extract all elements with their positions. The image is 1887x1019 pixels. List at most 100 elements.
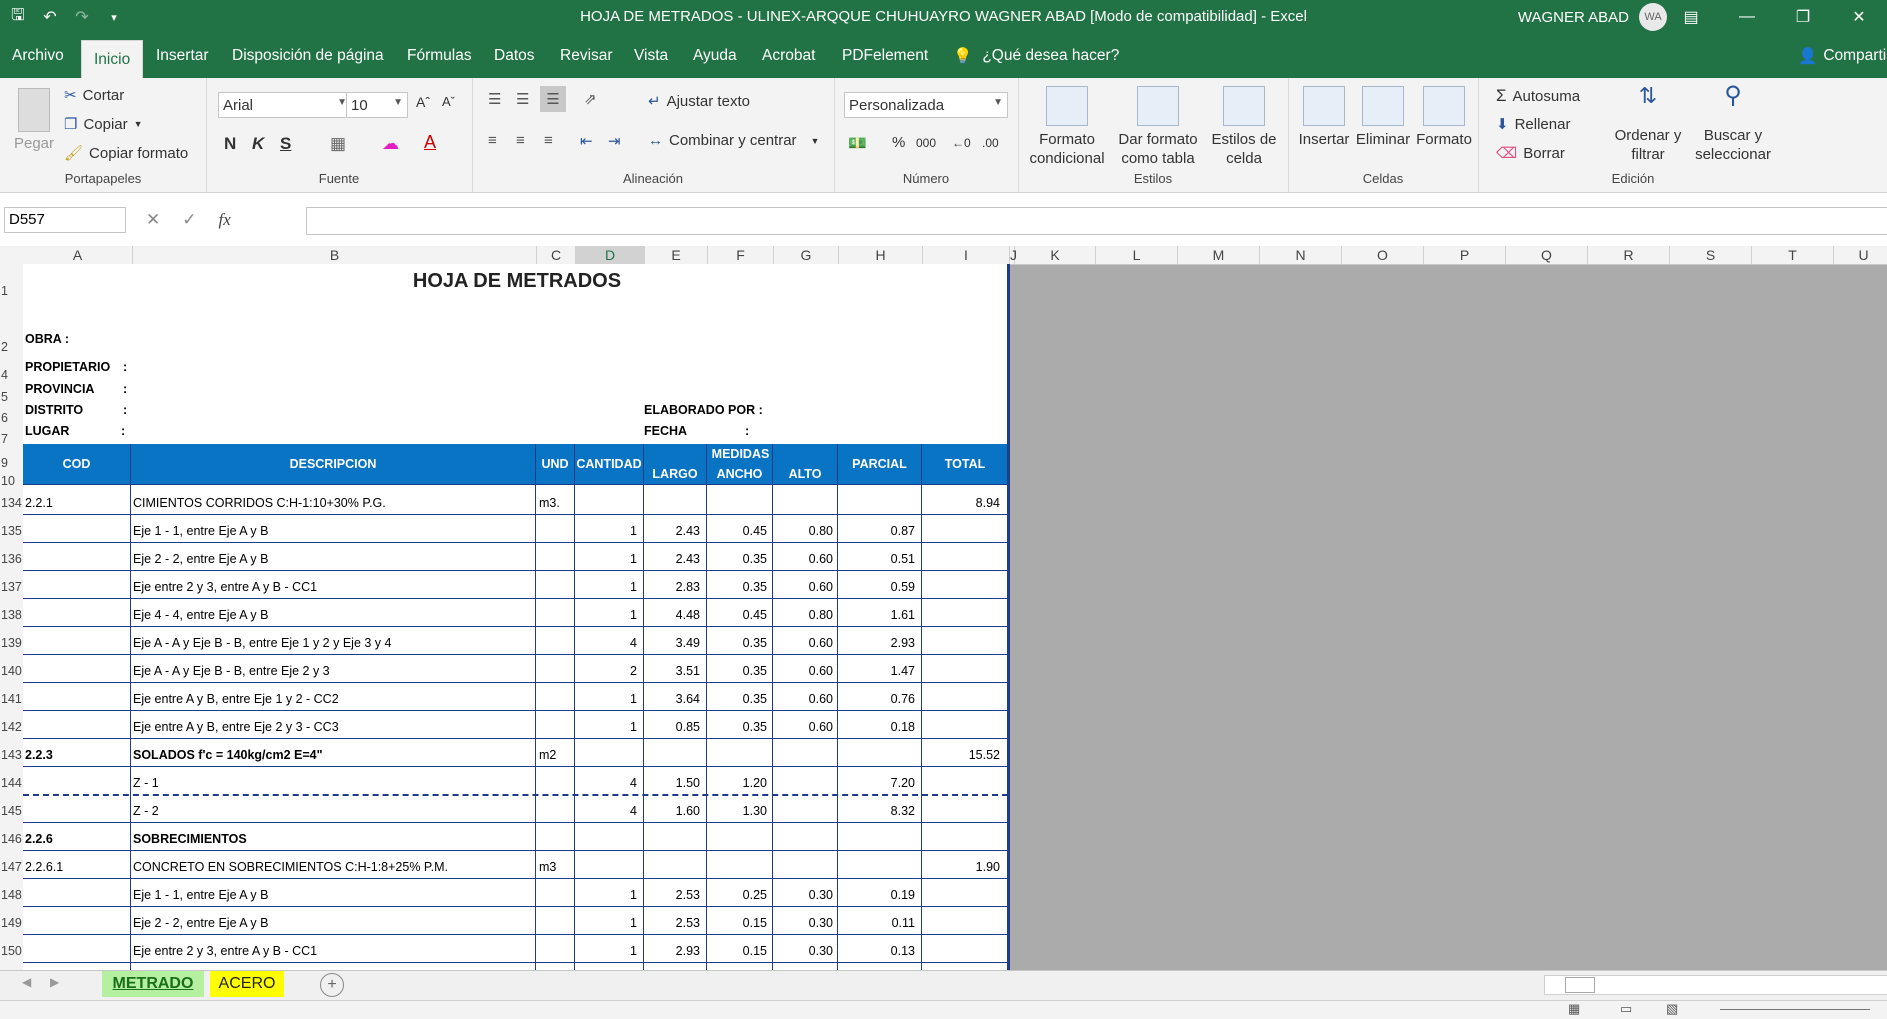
close-icon[interactable]: ✕ bbox=[1831, 0, 1887, 34]
row-header[interactable]: 142 bbox=[0, 720, 23, 734]
font-color-icon[interactable]: A bbox=[424, 132, 436, 153]
cell-cant[interactable]: 1 bbox=[575, 888, 637, 902]
tab-vista[interactable]: Vista bbox=[634, 34, 668, 78]
column-header[interactable]: B bbox=[133, 246, 537, 264]
column-header[interactable]: P bbox=[1424, 246, 1506, 264]
cell-ancho[interactable]: 0.35 bbox=[707, 580, 767, 594]
fill-color-icon[interactable]: ☁ bbox=[382, 134, 399, 154]
decrease-decimal-icon[interactable]: .00 bbox=[982, 136, 999, 150]
cell-largo[interactable]: 2.93 bbox=[644, 944, 700, 958]
align-right-icon[interactable]: ≡ bbox=[544, 132, 553, 149]
format-as-table-button[interactable]: Dar formato como tabla bbox=[1114, 86, 1202, 168]
row-header[interactable]: 7 bbox=[0, 432, 23, 446]
tab-pdfelement[interactable]: PDFelement bbox=[842, 34, 928, 78]
cell-largo[interactable]: 2.43 bbox=[644, 552, 700, 566]
cell-ancho[interactable]: 1.30 bbox=[707, 804, 767, 818]
increase-decimal-icon[interactable]: ←0 bbox=[952, 136, 971, 150]
currency-icon[interactable]: 💵 bbox=[848, 134, 867, 152]
cell-cant[interactable]: 1 bbox=[575, 944, 637, 958]
column-header[interactable]: G bbox=[774, 246, 839, 264]
column-header[interactable]: A bbox=[23, 246, 133, 264]
tab-formulas[interactable]: Fórmulas bbox=[407, 34, 472, 78]
share-button[interactable]: 👤 Compartir bbox=[1798, 34, 1887, 78]
cell-cant[interactable]: 4 bbox=[575, 804, 637, 818]
cell-desc[interactable]: Eje A - A y Eje B - B, entre Eje 1 y 2 y… bbox=[133, 636, 533, 650]
tab-inicio[interactable]: Inicio bbox=[81, 40, 144, 79]
tab-datos[interactable]: Datos bbox=[494, 34, 535, 78]
column-header[interactable]: K bbox=[1015, 246, 1096, 264]
cell-alto[interactable]: 0.60 bbox=[773, 720, 833, 734]
horizontal-scrollbar[interactable] bbox=[1544, 975, 1887, 995]
cell-cant[interactable]: 4 bbox=[575, 636, 637, 650]
cell-desc[interactable]: Eje A - A y Eje B - B, entre Eje 2 y 3 bbox=[133, 664, 533, 678]
cell-styles-button[interactable]: Estilos de celda bbox=[1206, 86, 1282, 168]
cell-alto[interactable]: 0.80 bbox=[773, 524, 833, 538]
merge-center-button[interactable]: ↔ Combinar y centrar ▼ bbox=[648, 132, 819, 149]
cell-desc[interactable]: CIMIENTOS CORRIDOS C:H-1:10+30% P.G. bbox=[133, 496, 533, 510]
minimize-icon[interactable]: — bbox=[1719, 0, 1775, 34]
align-center-icon[interactable]: ≡ bbox=[516, 132, 525, 149]
cell-cant[interactable]: 1 bbox=[575, 552, 637, 566]
cell-alto[interactable]: 0.60 bbox=[773, 692, 833, 706]
cell-alto[interactable]: 0.60 bbox=[773, 580, 833, 594]
cell-ancho[interactable]: 0.35 bbox=[707, 552, 767, 566]
cut-button[interactable]: ✂ Cortar bbox=[64, 86, 124, 105]
cell-cant[interactable]: 1 bbox=[575, 580, 637, 594]
cell-largo[interactable]: 0.85 bbox=[644, 720, 700, 734]
paste-button[interactable]: Pegar bbox=[10, 88, 58, 153]
align-left-icon[interactable]: ≡ bbox=[488, 132, 497, 149]
format-cells-button[interactable]: Formato bbox=[1414, 86, 1474, 149]
cell-parcial[interactable]: 0.87 bbox=[838, 524, 915, 538]
cell-desc[interactable]: Eje entre A y B, entre Eje 2 y 3 - CC3 bbox=[133, 720, 533, 734]
autosum-button[interactable]: Σ Autosuma bbox=[1496, 86, 1580, 106]
bold-button[interactable]: N bbox=[224, 134, 236, 154]
cell-parcial[interactable]: 2.93 bbox=[838, 636, 915, 650]
column-header[interactable]: H bbox=[839, 246, 923, 264]
cell-ancho[interactable]: 0.35 bbox=[707, 664, 767, 678]
cell-ancho[interactable]: 0.35 bbox=[707, 636, 767, 650]
cell-desc[interactable]: CONCRETO EN SOBRECIMIENTOS C:H-1:8+25% P… bbox=[133, 860, 533, 874]
row-header[interactable]: 136 bbox=[0, 552, 23, 566]
fill-button[interactable]: ⬇ Rellenar bbox=[1496, 115, 1570, 134]
row-header[interactable]: 2 bbox=[0, 340, 23, 354]
restore-icon[interactable]: ❐ bbox=[1775, 0, 1831, 34]
row-header[interactable]: 143 bbox=[0, 748, 23, 762]
cell-largo[interactable]: 3.64 bbox=[644, 692, 700, 706]
cell-desc[interactable]: Eje 2 - 2, entre Eje A y B bbox=[133, 916, 533, 930]
cell-parcial[interactable]: 0.19 bbox=[838, 888, 915, 902]
user-account[interactable]: WAGNER ABAD WA bbox=[1518, 0, 1667, 34]
cell-cant[interactable]: 1 bbox=[575, 720, 637, 734]
format-painter-button[interactable]: 🖌 Copiar formato bbox=[64, 144, 188, 163]
cell-largo[interactable]: 2.83 bbox=[644, 580, 700, 594]
cell-parcial[interactable]: 0.59 bbox=[838, 580, 915, 594]
cell-largo[interactable]: 2.53 bbox=[644, 888, 700, 902]
row-header[interactable]: 4 bbox=[0, 368, 23, 382]
tab-disposicion[interactable]: Disposición de página bbox=[232, 34, 384, 78]
cell-parcial[interactable]: 0.13 bbox=[838, 944, 915, 958]
cell-und[interactable]: m3. bbox=[539, 496, 573, 510]
insert-cells-button[interactable]: Insertar bbox=[1296, 86, 1352, 149]
align-middle-icon[interactable]: ☰ bbox=[516, 90, 529, 108]
cell-parcial[interactable]: 1.61 bbox=[838, 608, 915, 622]
row-header[interactable]: 148 bbox=[0, 888, 23, 902]
column-header[interactable]: U bbox=[1834, 246, 1887, 264]
row-header[interactable]: 6 bbox=[0, 411, 23, 425]
cell-desc[interactable]: Eje entre 2 y 3, entre A y B - CC1 bbox=[133, 944, 533, 958]
cell-alto[interactable]: 0.80 bbox=[773, 608, 833, 622]
cell-ancho[interactable]: 1.20 bbox=[707, 776, 767, 790]
column-header[interactable]: E bbox=[645, 246, 708, 264]
cell-largo[interactable]: 1.60 bbox=[644, 804, 700, 818]
redo-icon[interactable]: ↷ bbox=[72, 7, 92, 27]
cell-alto[interactable]: 0.30 bbox=[773, 944, 833, 958]
cell-ancho[interactable]: 0.15 bbox=[707, 944, 767, 958]
row-header[interactable]: 149 bbox=[0, 916, 23, 930]
row-header[interactable]: 147 bbox=[0, 860, 23, 874]
wrap-text-button[interactable]: ↵ Ajustar texto bbox=[648, 92, 750, 111]
row-header[interactable]: 146 bbox=[0, 832, 23, 846]
row-header[interactable]: 9 bbox=[0, 456, 23, 470]
row-header[interactable]: 10 bbox=[0, 474, 23, 488]
column-header[interactable]: N bbox=[1260, 246, 1342, 264]
cell-cant[interactable]: 4 bbox=[575, 776, 637, 790]
column-header[interactable]: T bbox=[1752, 246, 1834, 264]
undo-icon[interactable]: ↶ bbox=[40, 7, 60, 27]
